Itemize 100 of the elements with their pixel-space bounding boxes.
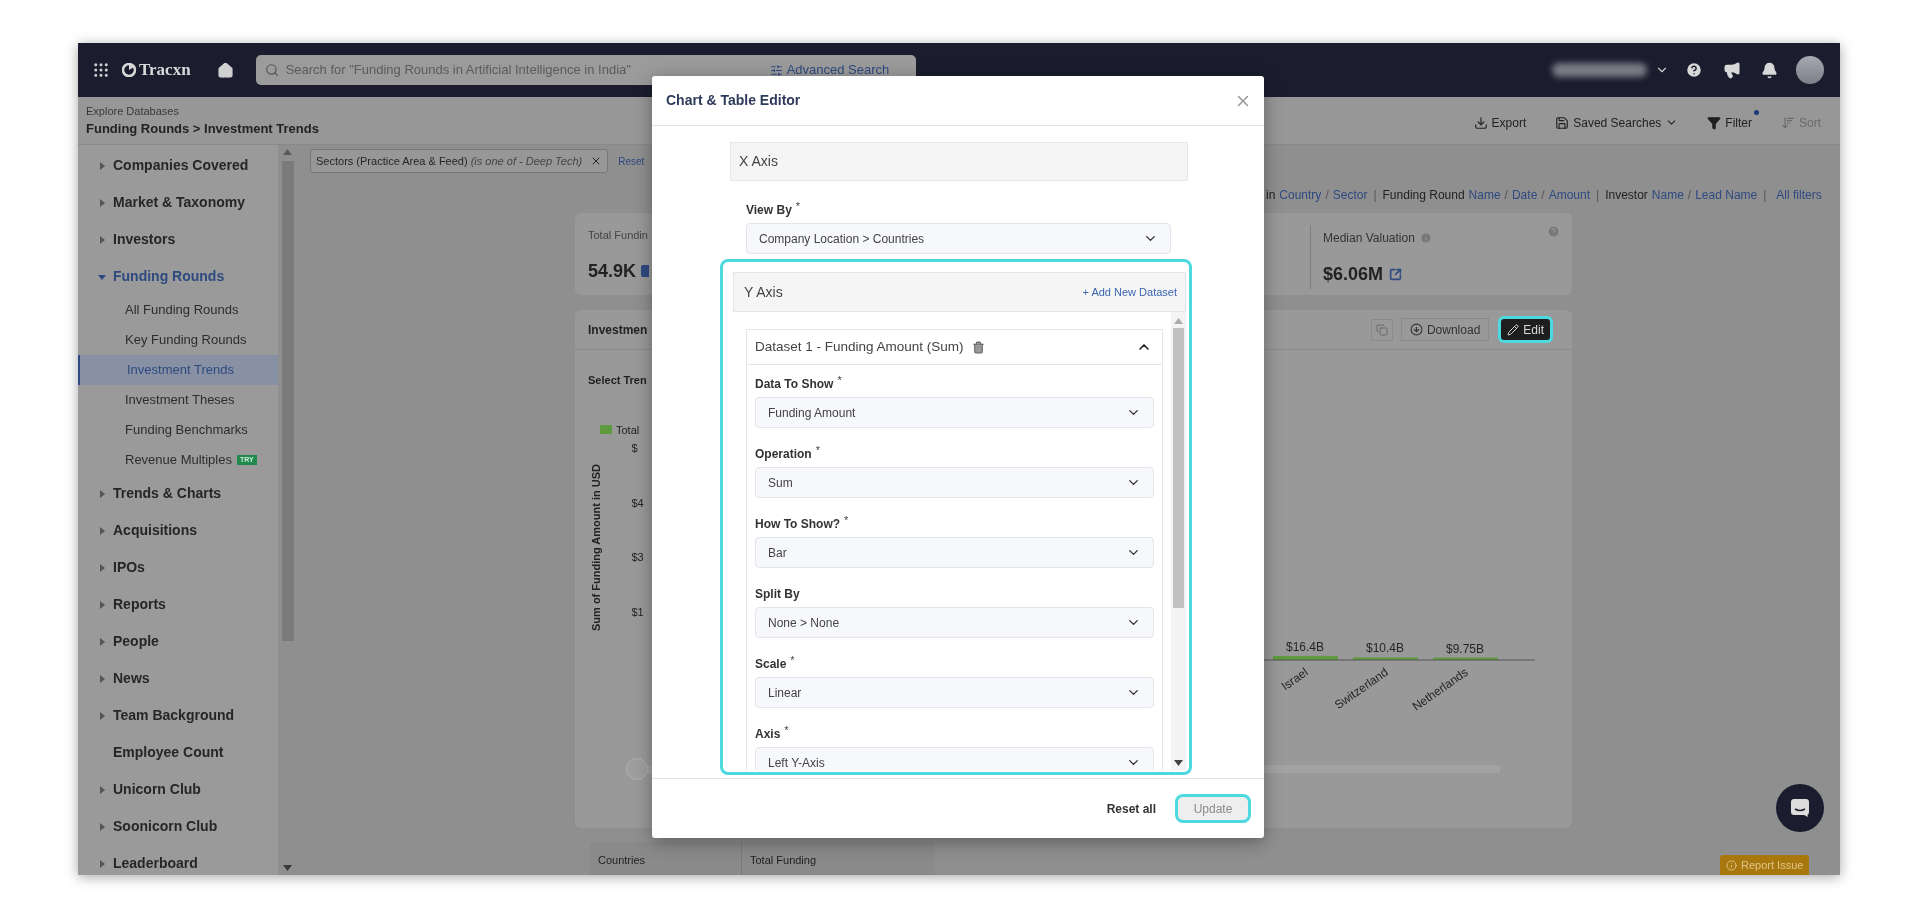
link-icon[interactable] bbox=[641, 265, 650, 277]
link-icon[interactable] bbox=[1389, 268, 1403, 281]
scrollbar-thumb[interactable] bbox=[1173, 328, 1184, 608]
filter-icon bbox=[1707, 115, 1722, 130]
pencil-icon bbox=[1507, 323, 1520, 336]
group-divider: | bbox=[1762, 187, 1768, 204]
trash-icon[interactable] bbox=[971, 340, 985, 354]
reset-link[interactable]: Reset bbox=[618, 153, 645, 169]
sidebar-subitem[interactable]: Investment Trends bbox=[78, 355, 278, 385]
group-divider: | bbox=[1595, 187, 1601, 204]
sidebar-subitem[interactable]: Investment Theses bbox=[78, 385, 278, 415]
sidebar-item[interactable]: IPOs bbox=[78, 549, 278, 586]
caret-right-icon bbox=[98, 161, 106, 170]
dropdown-field[interactable]: Funding Amount bbox=[755, 397, 1154, 428]
sidebar-item[interactable]: Trends & Charts bbox=[78, 475, 278, 512]
filter-link[interactable]: Name bbox=[1651, 186, 1684, 204]
page-title: Funding Rounds > Investment Trends bbox=[86, 120, 319, 138]
link-separator: / bbox=[1325, 187, 1329, 204]
dropdown-field[interactable]: Sum bbox=[755, 467, 1154, 498]
caret-right-icon bbox=[98, 526, 106, 535]
legend-swatch bbox=[600, 425, 612, 435]
column-header: Total Funding bbox=[749, 853, 818, 868]
sort-icon bbox=[1781, 115, 1795, 130]
sidebar-subitem[interactable]: All Funding Rounds bbox=[78, 295, 278, 325]
required-mark: * bbox=[837, 375, 842, 386]
sidebar-item[interactable]: Acquisitions bbox=[78, 512, 278, 549]
all-filters-link[interactable]: All filters bbox=[1776, 186, 1822, 204]
section-header: X Axis bbox=[730, 142, 1188, 181]
required-mark: * bbox=[790, 655, 795, 666]
chat-icon bbox=[1790, 798, 1810, 818]
sidebar-item[interactable]: Employee Count bbox=[78, 734, 278, 771]
field-label: How To Show? bbox=[755, 516, 841, 533]
sidebar-item[interactable]: Funding Rounds bbox=[78, 258, 278, 295]
sidebar-item[interactable]: Reports bbox=[78, 586, 278, 623]
dropdown-field[interactable]: None > None bbox=[755, 607, 1154, 638]
sidebar-subitem[interactable]: Funding Benchmarks bbox=[78, 415, 278, 445]
sidebar-item[interactable]: Leaderboard bbox=[78, 845, 278, 875]
caret-right-icon bbox=[98, 785, 106, 794]
sidebar-item[interactable]: Soonicorn Club bbox=[78, 808, 278, 845]
download-button[interactable]: Download bbox=[1400, 318, 1490, 341]
filter-link[interactable]: Date bbox=[1511, 186, 1538, 204]
sidebar-item[interactable]: Market & Taxonomy bbox=[78, 184, 278, 221]
field-label: View By bbox=[746, 202, 792, 219]
dropdown-field[interactable]: Left Y-Axis bbox=[755, 747, 1154, 770]
reset-all-button[interactable]: Reset all bbox=[1106, 799, 1156, 818]
download-icon bbox=[1473, 115, 1488, 130]
field-label: Axis bbox=[755, 726, 781, 743]
sidebar-item[interactable]: News bbox=[78, 660, 278, 697]
advanced-search-link[interactable]: Advanced Search bbox=[769, 60, 890, 80]
home-icon[interactable] bbox=[216, 61, 234, 79]
section-title: Y Axis bbox=[744, 282, 783, 302]
apps-grid-icon[interactable] bbox=[92, 61, 110, 79]
filter-group-label: Investor bbox=[1605, 187, 1648, 204]
filter-link[interactable]: Amount bbox=[1548, 186, 1590, 204]
y-tick-label: $1 bbox=[631, 604, 644, 620]
add-dataset-link[interactable]: + Add New Dataset bbox=[1082, 283, 1177, 301]
y-tick-label: $ bbox=[631, 441, 639, 456]
sidebar-subitem[interactable]: Key Funding Rounds bbox=[78, 325, 278, 355]
toolbar-button[interactable]: Export bbox=[1473, 109, 1534, 132]
sidebar-item[interactable]: Team Background bbox=[78, 697, 278, 734]
value-label: $16.4B bbox=[1286, 639, 1324, 654]
stat-label: Median Valuation bbox=[1323, 230, 1415, 247]
dropdown-field[interactable]: Bar bbox=[755, 537, 1154, 568]
megaphone-icon[interactable] bbox=[1723, 61, 1741, 79]
toolbar-button[interactable]: Saved Searches bbox=[1555, 109, 1686, 132]
filter-link[interactable]: Lead Name bbox=[1695, 186, 1758, 204]
sliders-icon bbox=[769, 63, 783, 77]
link-separator: / bbox=[1504, 187, 1508, 204]
caret-right-icon bbox=[98, 489, 106, 498]
y-tick-label: $4 bbox=[631, 495, 644, 511]
link-separator: / bbox=[1687, 187, 1692, 204]
save-icon bbox=[1555, 115, 1570, 130]
caret-right-icon bbox=[98, 563, 106, 572]
dropdown-field[interactable]: Linear bbox=[755, 677, 1154, 708]
logo-icon bbox=[122, 63, 136, 77]
sidebar-item[interactable]: People bbox=[78, 623, 278, 660]
y-axis-label: Sum of Funding Amount in USD bbox=[589, 464, 603, 631]
edit-button[interactable]: Edit bbox=[1501, 319, 1550, 340]
sidebar-item[interactable]: Companies Covered bbox=[78, 147, 278, 184]
dataset-header[interactable]: Dataset 1 - Funding Amount (Sum) bbox=[747, 330, 1162, 365]
caret-right-icon bbox=[98, 198, 106, 207]
caret-right-icon bbox=[98, 235, 106, 244]
copy-icon bbox=[1375, 323, 1388, 336]
avatar[interactable] bbox=[1796, 56, 1824, 84]
bar bbox=[1433, 657, 1498, 660]
dropdown-field[interactable]: Company Location > Countries bbox=[746, 223, 1171, 254]
scroll-down-icon[interactable] bbox=[283, 865, 292, 871]
download-icon bbox=[1409, 323, 1423, 336]
sidebar-item[interactable]: Investors bbox=[78, 221, 278, 258]
help-icon[interactable] bbox=[1685, 61, 1703, 79]
field-label: Operation bbox=[755, 446, 812, 463]
filter-link[interactable]: Sector bbox=[1332, 186, 1368, 204]
sidebar-item[interactable]: Unicorn Club bbox=[78, 771, 278, 808]
filter-link[interactable]: Name bbox=[1468, 186, 1501, 204]
required-mark: * bbox=[795, 201, 801, 212]
required-mark: * bbox=[815, 445, 820, 456]
filter-link[interactable]: Country bbox=[1279, 186, 1322, 204]
bell-icon[interactable] bbox=[1761, 61, 1778, 79]
toolbar-button[interactable]: Filter bbox=[1707, 109, 1759, 132]
filter-chip[interactable]: Sectors (Practice Area & Feed) (is one of - Deep Tech) bbox=[310, 149, 609, 173]
